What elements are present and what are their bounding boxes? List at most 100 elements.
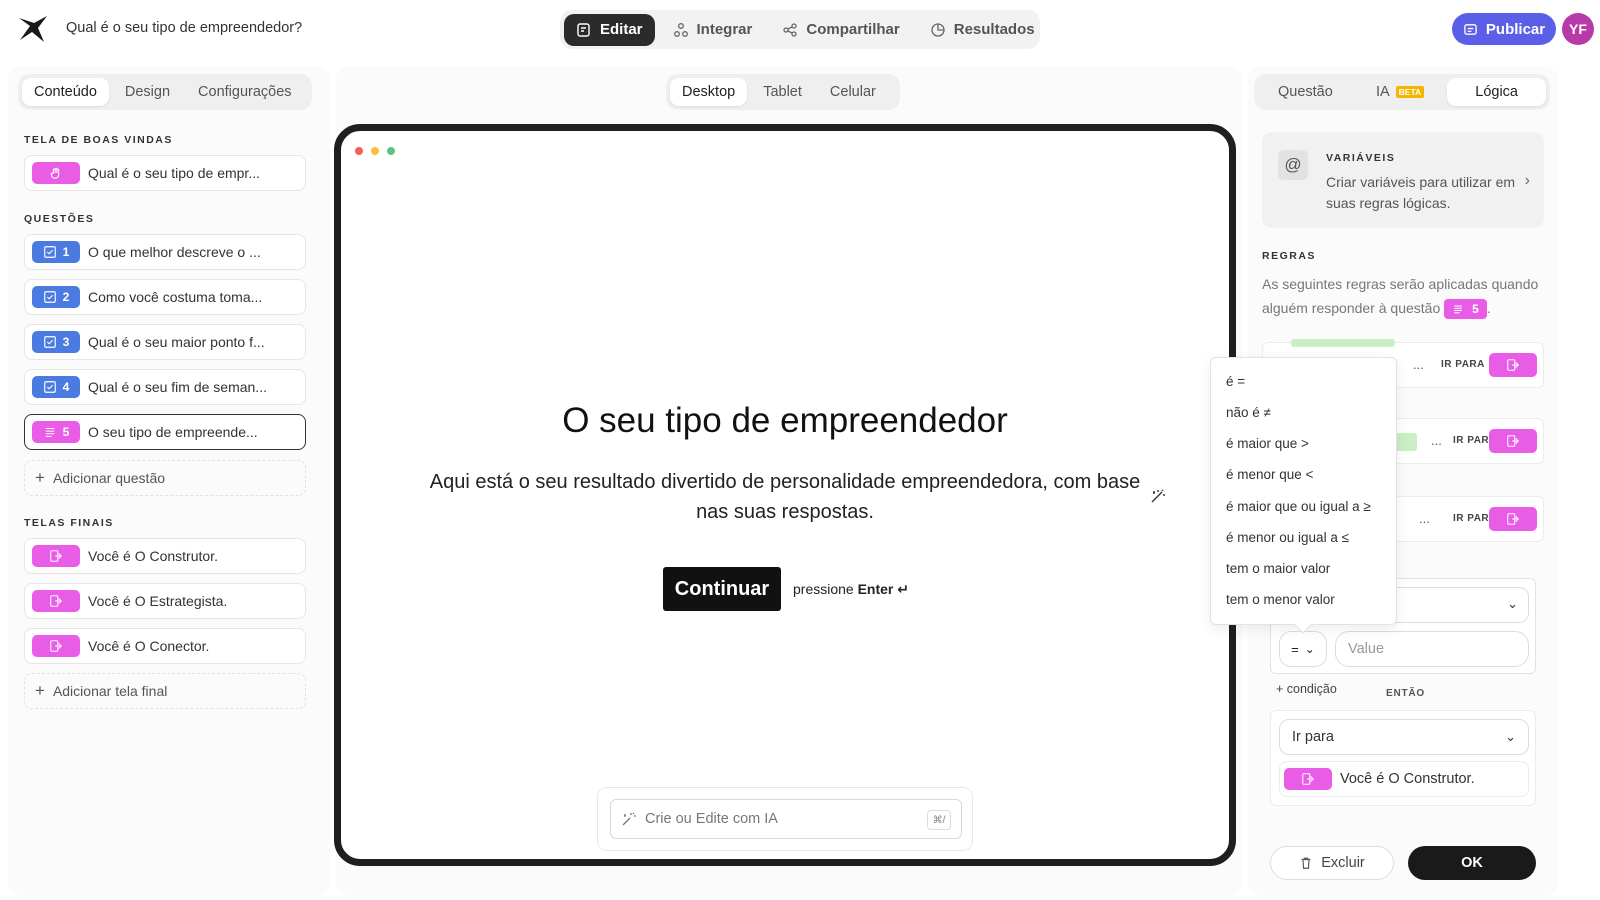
ending-label: Você é O Estrategista. xyxy=(88,593,228,609)
welcome-screen-item[interactable]: Qual é o seu tipo de empr... xyxy=(24,155,306,191)
exit-icon xyxy=(1507,513,1519,525)
operator-option-less[interactable]: é menor que < xyxy=(1226,467,1313,482)
right-tabs: Questão IA BETA Lógica xyxy=(1254,74,1550,110)
trash-icon xyxy=(1301,857,1311,869)
tab-logic[interactable]: Lógica xyxy=(1447,78,1546,106)
value-input[interactable]: Value xyxy=(1335,631,1529,667)
question-number: 2 xyxy=(62,290,70,304)
question-number: 3 xyxy=(62,335,70,349)
form-title[interactable]: Qual é o seu tipo de empreendedor? xyxy=(66,20,302,36)
rule-ellipsis: ... xyxy=(1413,357,1424,372)
tab-question[interactable]: Questão xyxy=(1258,78,1353,106)
share-icon xyxy=(783,22,798,37)
operator-option-greater-equal[interactable]: é maior que ou igual a ≥ xyxy=(1226,499,1371,514)
ending-badge xyxy=(32,590,80,612)
nav-results[interactable]: Resultados xyxy=(918,14,1047,46)
operator-option-greater[interactable]: é maior que > xyxy=(1226,436,1309,451)
screen-title[interactable]: O seu tipo de empreendedor xyxy=(341,401,1229,441)
minimize-dot xyxy=(371,147,379,155)
publish-button[interactable]: Publicar xyxy=(1452,13,1556,45)
logo-icon[interactable] xyxy=(16,12,50,46)
add-ending-button[interactable]: + Adicionar tela final xyxy=(24,673,306,709)
action-select[interactable]: Ir para ⌄ xyxy=(1279,719,1529,755)
ending-item-2[interactable]: Você é O Estrategista. xyxy=(24,583,306,619)
welcome-item-label: Qual é o seu tipo de empr... xyxy=(88,165,260,181)
publish-label: Publicar xyxy=(1485,20,1546,38)
operator-select[interactable]: = ⌄ xyxy=(1279,631,1327,667)
nav-integrate[interactable]: Integrar xyxy=(661,14,765,46)
exit-icon xyxy=(1302,773,1314,785)
tab-settings[interactable]: Configurações xyxy=(186,78,304,106)
tab-ai-label: IA xyxy=(1375,84,1390,100)
operator-option-less-equal[interactable]: é menor ou igual a ≤ xyxy=(1226,530,1349,545)
rule-condition-bar xyxy=(1291,339,1395,347)
text-lines-icon xyxy=(45,427,55,437)
question-item-5[interactable]: 5 O seu tipo de empreende... xyxy=(24,414,306,450)
edit-icon xyxy=(577,22,590,37)
checkbox-icon xyxy=(43,336,56,348)
rule-ellipsis: ... xyxy=(1419,511,1430,526)
question-badge: 2 xyxy=(32,286,80,308)
rule-target-badge xyxy=(1489,353,1537,377)
exit-icon xyxy=(50,550,62,562)
operator-option-max[interactable]: tem o maior valor xyxy=(1226,561,1330,576)
question-item-3[interactable]: 3 Qual é o seu maior ponto f... xyxy=(24,324,306,360)
ai-prompt-placeholder: Crie ou Edite com IA xyxy=(645,811,778,827)
question-item-4[interactable]: 4 Qual é o seu fim de seman... xyxy=(24,369,306,405)
screen-description[interactable]: Aqui está o seu resultado divertido de p… xyxy=(419,467,1151,527)
action-target[interactable]: Você é O Construtor. xyxy=(1279,761,1529,797)
tab-content[interactable]: Conteúdo xyxy=(22,78,109,106)
exit-icon xyxy=(1507,359,1519,371)
preview-frame: O seu tipo de empreendedor Aqui está o s… xyxy=(334,124,1236,866)
add-condition-button[interactable]: + condição xyxy=(1276,682,1337,696)
nav-edit[interactable]: Editar xyxy=(564,13,655,46)
text-lines-icon xyxy=(1454,305,1462,314)
rules-question-number: 5 xyxy=(1472,302,1479,317)
ok-button[interactable]: OK xyxy=(1408,846,1536,880)
question-badge: 1 xyxy=(32,241,80,263)
operator-option-min[interactable]: tem o menor valor xyxy=(1226,592,1335,607)
continue-button[interactable]: Continuar xyxy=(663,567,781,611)
rule-target-badge xyxy=(1489,429,1537,453)
tab-ai[interactable]: IA BETA xyxy=(1366,78,1434,106)
question-badge: 3 xyxy=(32,331,80,353)
add-question-button[interactable]: + Adicionar questão xyxy=(24,460,306,496)
ending-item-3[interactable]: Você é O Conector. xyxy=(24,628,306,664)
rule-target-badge xyxy=(1489,507,1537,531)
ai-prompt-input[interactable]: Crie ou Edite com IA ⌘/ xyxy=(610,799,962,839)
tab-design[interactable]: Design xyxy=(113,78,182,106)
add-question-label: Adicionar questão xyxy=(52,470,166,486)
tab-mobile[interactable]: Celular xyxy=(818,78,888,106)
nav-integrate-label: Integrar xyxy=(696,21,753,38)
chevron-down-icon: ⌄ xyxy=(1505,729,1516,744)
avatar[interactable]: YF xyxy=(1562,13,1594,45)
delete-button[interactable]: Excluir xyxy=(1270,846,1394,880)
rules-description: As seguintes regras serão aplicadas quan… xyxy=(1262,272,1548,320)
at-sign-icon: @ xyxy=(1278,150,1308,180)
delete-label: Excluir xyxy=(1321,855,1365,871)
question-label: O seu tipo de empreende... xyxy=(88,424,258,440)
tab-tablet[interactable]: Tablet xyxy=(751,78,814,106)
operator-dropdown: é = não é ≠ é maior que > é menor que < … xyxy=(1210,357,1397,634)
variables-card[interactable]: @ VARIÁVEIS Criar variáveis para utiliza… xyxy=(1262,132,1544,228)
nav-share[interactable]: Compartilhar xyxy=(770,14,911,46)
tab-desktop[interactable]: Desktop xyxy=(670,78,748,106)
questions-heading: QUESTÕES xyxy=(24,213,95,225)
maximize-dot xyxy=(387,147,395,155)
question-badge: 4 xyxy=(32,376,80,398)
hint-key: Enter ↵ xyxy=(857,581,909,597)
operator-option-equals[interactable]: é = xyxy=(1226,374,1245,389)
chevron-down-icon: ⌄ xyxy=(1304,642,1315,656)
target-badge xyxy=(1284,768,1332,790)
rules-question-badge: 5 xyxy=(1444,299,1487,320)
magic-wand-icon[interactable] xyxy=(1149,487,1167,505)
question-number: 4 xyxy=(62,380,70,394)
question-item-1[interactable]: 1 O que melhor descreve o ... xyxy=(24,234,306,270)
question-item-2[interactable]: 2 Como você costuma toma... xyxy=(24,279,306,315)
ending-item-1[interactable]: Você é O Construtor. xyxy=(24,538,306,574)
exit-icon xyxy=(50,640,62,652)
endings-heading: TELAS FINAIS xyxy=(24,517,114,529)
operator-option-not-equals[interactable]: não é ≠ xyxy=(1226,405,1271,420)
ending-badge xyxy=(32,635,80,657)
nav-share-label: Compartilhar xyxy=(806,21,900,38)
